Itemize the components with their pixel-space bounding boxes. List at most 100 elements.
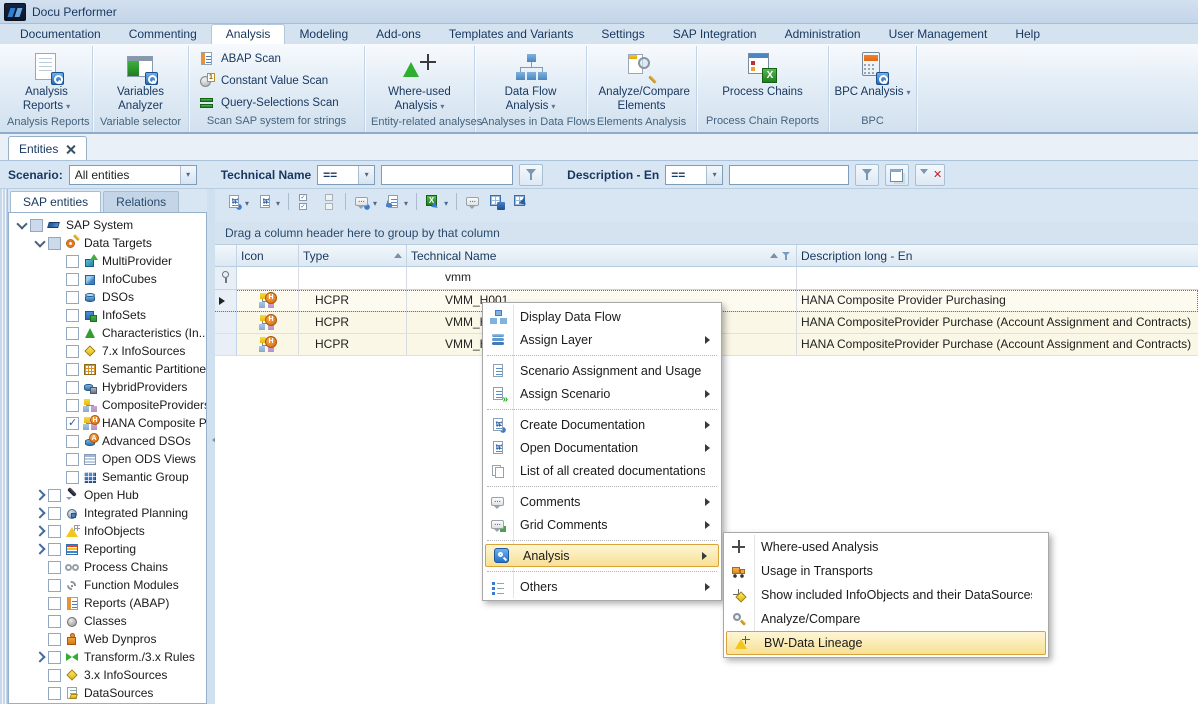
tree-expander-icon[interactable] (51, 434, 66, 448)
tree-expander-icon[interactable] (33, 596, 48, 610)
description-operator-select[interactable]: == (665, 165, 723, 185)
context-menu-item[interactable]: Display Data Flow (483, 305, 721, 328)
tree-expander-icon[interactable] (51, 344, 66, 358)
where-used-analysis-button[interactable]: Where-used Analysis (373, 49, 467, 116)
ribbon-tab[interactable]: Add-ons (362, 25, 435, 44)
tree-item[interactable]: Open Hub (9, 486, 206, 504)
toolbar-button[interactable] (223, 191, 252, 212)
tree-item[interactable]: HANA Composite P... (9, 414, 206, 432)
context-menu-item[interactable] (483, 567, 721, 575)
filter-cell-icon[interactable] (237, 267, 299, 289)
filter-cell-technical-name[interactable]: vmm (407, 267, 797, 289)
tree-expander-icon[interactable] (33, 560, 48, 574)
tree-checkbox[interactable] (48, 579, 61, 592)
submenu-item[interactable]: Where-used Analysis (724, 535, 1048, 559)
panel-splitter[interactable] (207, 189, 215, 704)
column-header-description[interactable]: Description long - En (797, 245, 1198, 266)
query-selections-scan-button[interactable]: Query-Selections Scan (199, 94, 339, 112)
tree-item[interactable]: CompositeProviders (9, 396, 206, 414)
ribbon-tab[interactable]: Administration (771, 25, 875, 44)
toolbar-button[interactable] (453, 191, 460, 212)
tree-item[interactable]: Reports (ABAP) (9, 594, 206, 612)
toolbar-button[interactable] (342, 191, 349, 212)
tree-expander-icon[interactable] (15, 218, 30, 232)
toolbar-button[interactable] (285, 191, 292, 212)
toolbar-button[interactable] (318, 191, 340, 212)
tree-item[interactable]: Process Chains (9, 558, 206, 576)
process-chains-button[interactable]: Process Chains (718, 49, 807, 102)
tree-expander-icon[interactable] (33, 650, 48, 664)
ribbon-tab[interactable]: SAP Integration (659, 25, 771, 44)
ribbon-tab[interactable]: Analysis (211, 24, 286, 44)
tree-item[interactable]: DSOs (9, 288, 206, 306)
tree-checkbox[interactable] (48, 561, 61, 574)
tree-expander-icon[interactable] (33, 506, 48, 520)
context-menu-item[interactable] (483, 351, 721, 359)
tree-item[interactable]: Transform./3.x Rules (9, 648, 206, 666)
tree-checkbox[interactable] (48, 237, 61, 250)
tree-expander-icon[interactable] (51, 362, 66, 376)
scenario-select[interactable]: All entities (69, 165, 197, 185)
tree-expander-icon[interactable] (33, 686, 48, 700)
tree-checkbox[interactable] (66, 291, 79, 304)
tree-expander-icon[interactable] (51, 452, 66, 466)
tree-item[interactable]: MultiProvider (9, 252, 206, 270)
context-menu-item[interactable]: Analysis (485, 544, 719, 567)
tree-checkbox[interactable] (48, 507, 61, 520)
context-menu-item[interactable]: Create Documentation (483, 413, 721, 436)
tree-checkbox[interactable] (66, 417, 79, 430)
tree-checkbox[interactable] (66, 345, 79, 358)
tree-item[interactable]: Data Targets (9, 234, 206, 252)
tree-expander-icon[interactable] (51, 308, 66, 322)
tree-checkbox[interactable] (48, 687, 61, 700)
tree-checkbox[interactable] (30, 219, 43, 232)
technical-name-operator-select[interactable]: == (317, 165, 375, 185)
context-menu-item[interactable] (483, 405, 721, 413)
column-filter-icon[interactable] (782, 251, 792, 261)
tree-item[interactable]: Semantic Group (9, 468, 206, 486)
description-filter-button[interactable] (855, 164, 879, 186)
variables-analyzer-button[interactable]: Variables Analyzer (94, 49, 188, 116)
tree-checkbox[interactable] (48, 669, 61, 682)
tree-item[interactable]: InfoObjects (9, 522, 206, 540)
ribbon-tab[interactable]: Help (1001, 25, 1054, 44)
ribbon-tab[interactable]: Commenting (115, 25, 211, 44)
ribbon-tab[interactable]: Templates and Variants (435, 25, 588, 44)
tree-expander-icon[interactable] (51, 290, 66, 304)
tree-checkbox[interactable] (48, 651, 61, 664)
analysis-reports-button[interactable]: Analysis Reports (1, 49, 92, 116)
tree-item[interactable]: Open ODS Views (9, 450, 206, 468)
tree-expander-icon[interactable] (51, 416, 66, 430)
toolbar-button[interactable] (351, 191, 380, 212)
tree-item[interactable]: HybridProviders (9, 378, 206, 396)
tree-item[interactable]: Function Modules (9, 576, 206, 594)
ribbon-tab[interactable]: Settings (587, 25, 658, 44)
technical-name-filter-input[interactable] (381, 165, 513, 185)
close-tab-icon[interactable] (66, 144, 76, 154)
left-panel-grip[interactable] (0, 189, 8, 704)
tree-checkbox[interactable] (48, 489, 61, 502)
ribbon-tab[interactable]: Documentation (6, 25, 115, 44)
tree-expander-icon[interactable] (51, 254, 66, 268)
tree-item[interactable]: 7.x InfoSources (9, 342, 206, 360)
submenu-item[interactable]: Analyze/Compare (724, 607, 1048, 631)
constant-value-scan-button[interactable]: Constant Value Scan (199, 72, 328, 90)
tab-entities[interactable]: Entities (8, 136, 87, 160)
tree-expander-icon[interactable] (33, 632, 48, 646)
tree-expander-icon[interactable] (51, 398, 66, 412)
filter-cell-type[interactable] (299, 267, 407, 289)
dropdown-arrow-icon[interactable] (401, 195, 408, 209)
tree-item[interactable]: Web Dynpros (9, 630, 206, 648)
tree-item[interactable]: InfoCubes (9, 270, 206, 288)
toolbar-button[interactable] (486, 191, 508, 212)
tree-tab[interactable]: Relations (103, 191, 179, 212)
tree-expander-icon[interactable] (33, 524, 48, 538)
column-header-technical-name[interactable]: Technical Name (407, 245, 797, 266)
ribbon-tab[interactable]: Modeling (285, 25, 362, 44)
tree-checkbox[interactable] (66, 309, 79, 322)
ribbon-tab[interactable]: User Management (875, 25, 1002, 44)
toolbar-button[interactable] (422, 191, 451, 212)
context-menu-item[interactable]: Grid Comments (483, 513, 721, 536)
tree-expander-icon[interactable] (33, 578, 48, 592)
tree-item[interactable]: DataSources (9, 684, 206, 702)
